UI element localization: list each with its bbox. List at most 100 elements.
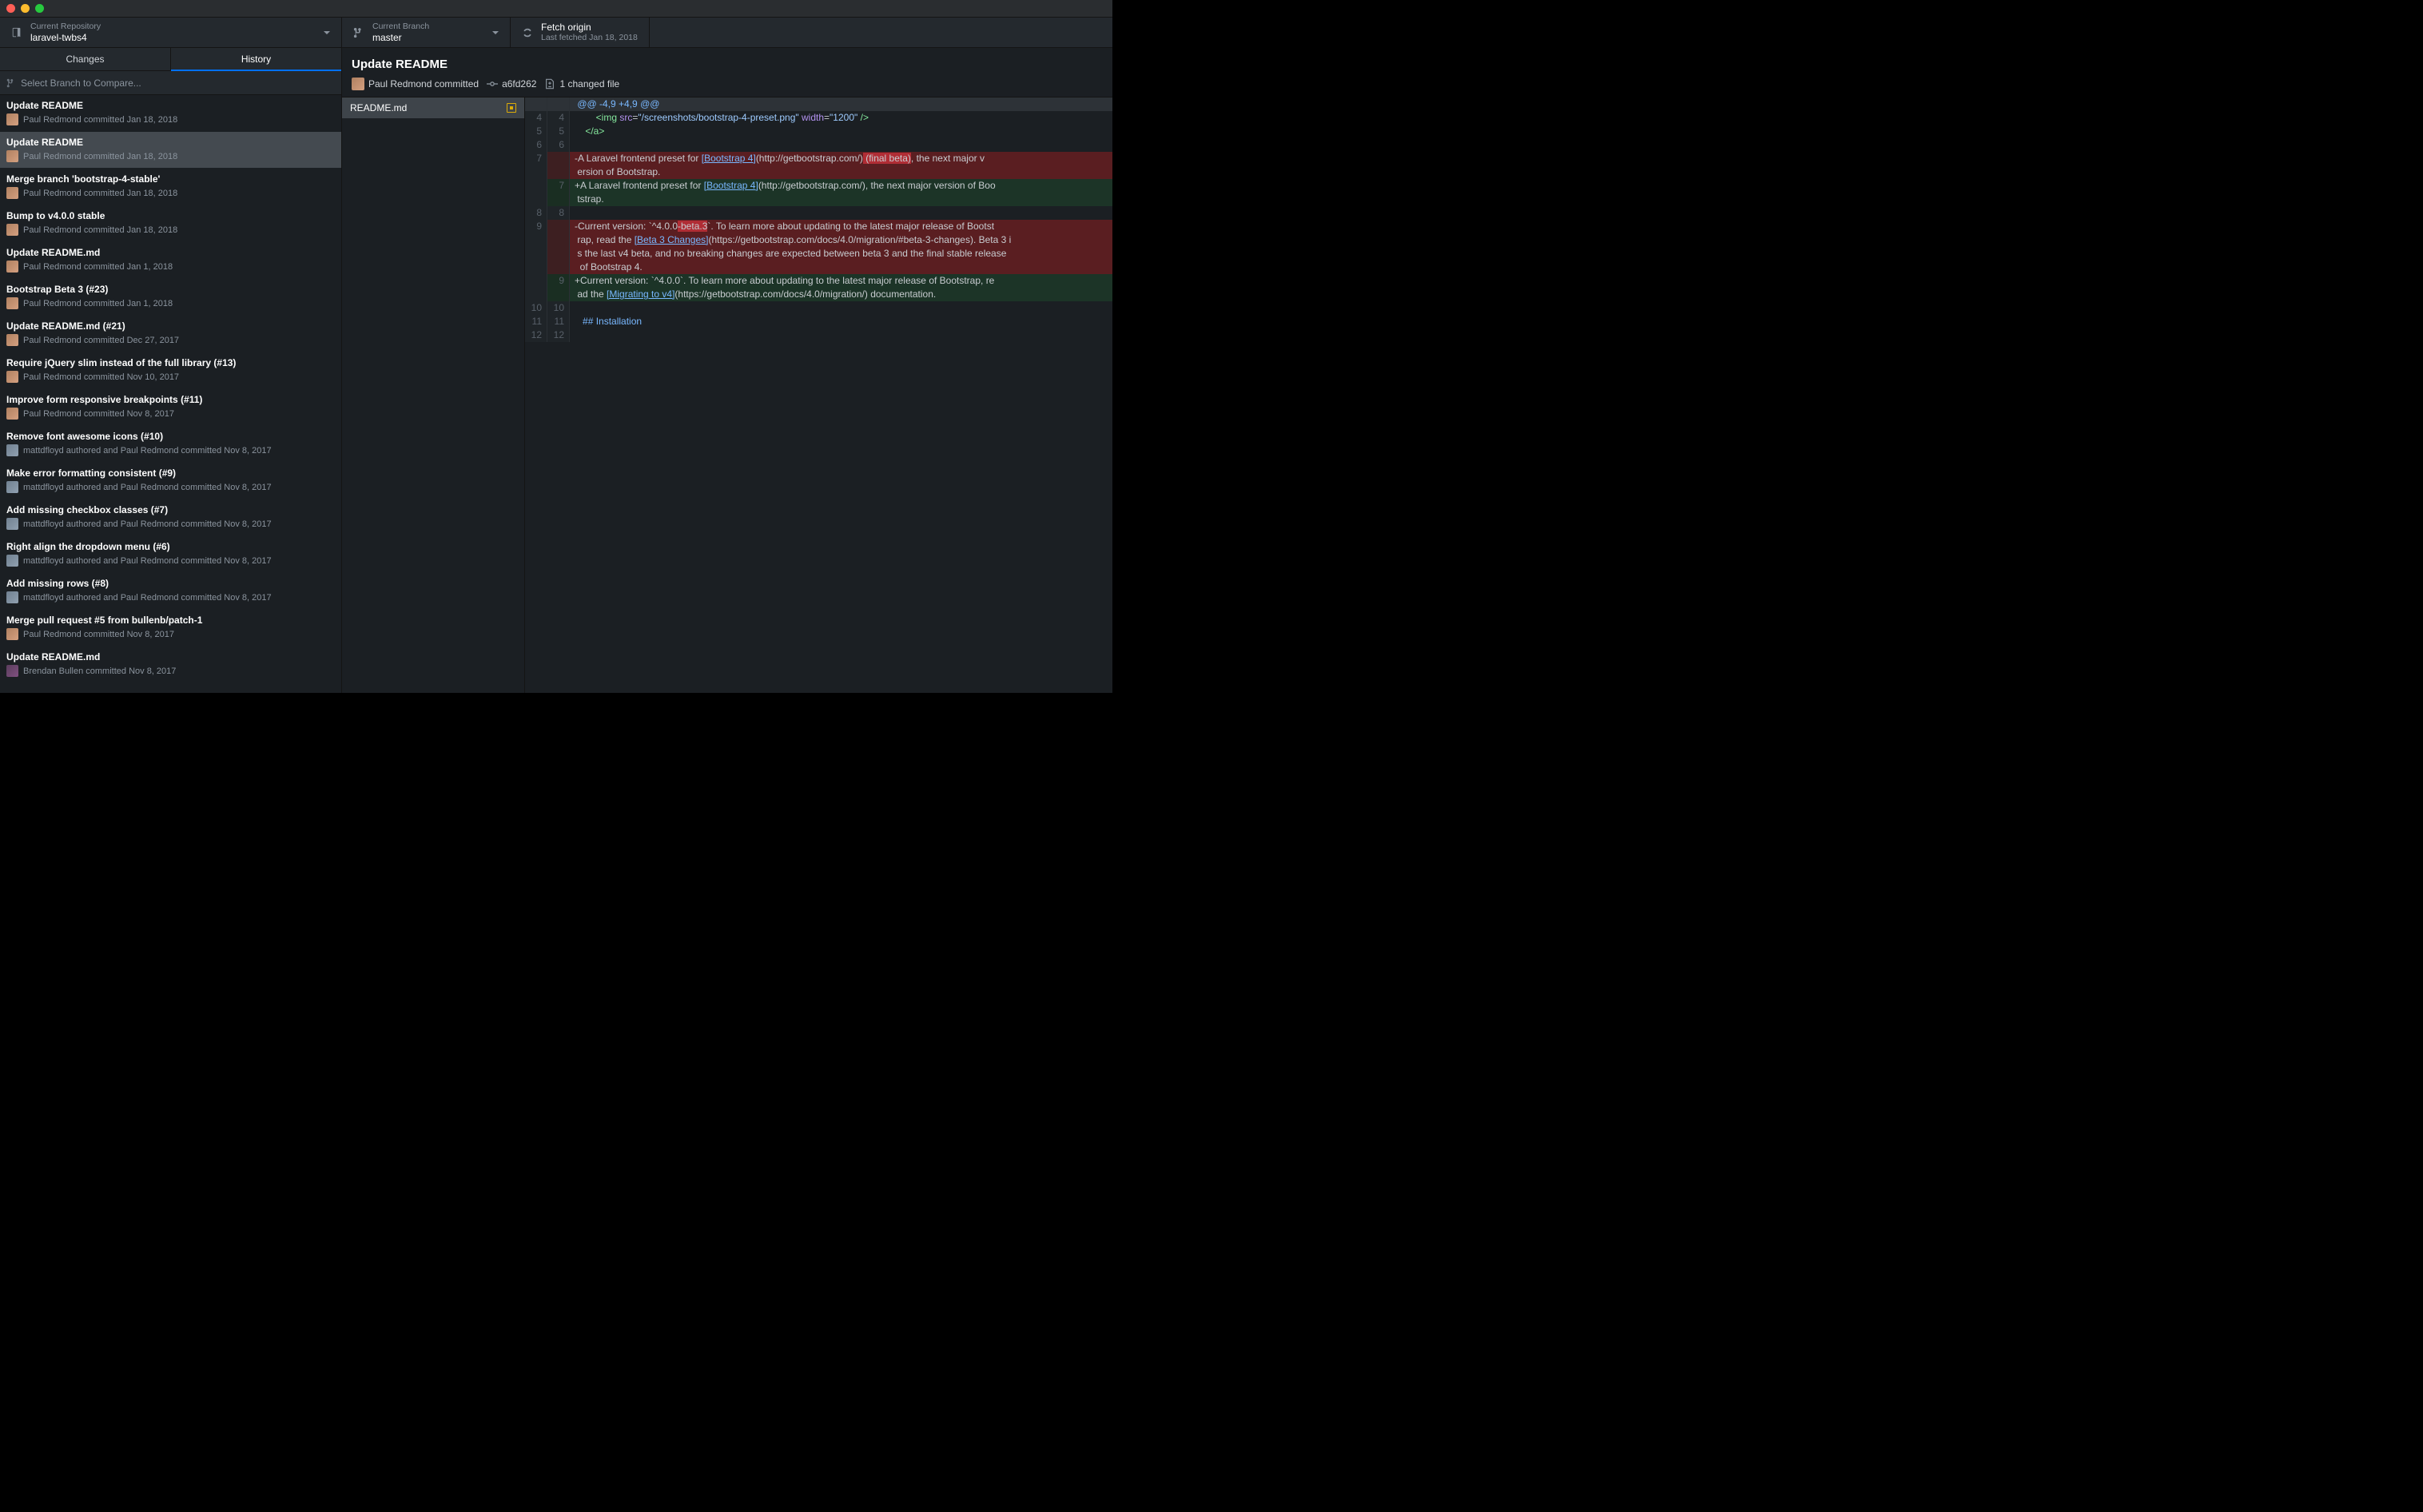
fetch-origin-button[interactable]: Fetch origin Last fetched Jan 18, 2018: [511, 18, 650, 47]
diff-line: 9-Current version: `^4.0.0-beta.3`. To l…: [525, 220, 1112, 233]
avatar: [6, 665, 18, 677]
commit-item-title: Update README.md: [6, 247, 335, 258]
diff-line: 44 <img src="/screenshots/bootstrap-4-pr…: [525, 111, 1112, 125]
changed-files-count: 1 changed file: [559, 78, 619, 90]
commit-list-item[interactable]: Update README.md (#21)Paul Redmond commi…: [0, 316, 341, 352]
commit-list-item[interactable]: Add missing rows (#8) mattdfloyd authored…: [0, 573, 341, 610]
diff-line: 66: [525, 138, 1112, 152]
commit-item-title: Require jQuery slim instead of the full …: [6, 357, 335, 368]
diff-line: 55 </a>: [525, 125, 1112, 138]
select-branch-placeholder: Select Branch to Compare...: [21, 78, 141, 89]
commit-item-meta: mattdfloyd authored and Paul Redmond com…: [6, 591, 335, 603]
diff-line: of Bootstrap 4.: [525, 261, 1112, 274]
commit-item-meta: Paul Redmond committed Jan 1, 2018: [6, 261, 335, 273]
window-maximize-icon[interactable]: [35, 4, 44, 13]
commit-item-title: Bump to v4.0.0 stable: [6, 210, 335, 221]
commit-item-meta: Paul Redmond committed Nov 10, 2017: [6, 371, 335, 383]
commit-icon: [487, 78, 498, 90]
commit-item-meta: mattdfloyd authored and Paul Redmond com…: [6, 555, 335, 567]
diff-line: 7-A Laravel frontend preset for [Bootstr…: [525, 152, 1112, 165]
current-branch-dropdown[interactable]: Current Branch master: [342, 18, 511, 47]
toolbar: Current Repository laravel-twbs4 Current…: [0, 18, 1112, 48]
commit-list[interactable]: Update README Paul Redmond committed Jan …: [0, 95, 341, 693]
avatar: [6, 297, 18, 309]
avatar: [6, 628, 18, 640]
diff-line: 7+A Laravel frontend preset for [Bootstr…: [525, 179, 1112, 193]
diff-line: s the last v4 beta, and no breaking chan…: [525, 247, 1112, 261]
commit-item-title: Update README: [6, 100, 335, 111]
commit-title: Update README: [352, 58, 1103, 71]
titlebar: [0, 0, 1112, 18]
select-branch-to-compare[interactable]: Select Branch to Compare...: [0, 71, 341, 95]
tab-changes[interactable]: Changes: [0, 48, 171, 71]
avatar: [6, 444, 18, 456]
commit-item-title: Merge branch 'bootstrap-4-stable': [6, 173, 335, 185]
repo-label: Current Repository: [30, 22, 101, 32]
tab-history[interactable]: History: [171, 48, 341, 71]
sidebar: Changes History Select Branch to Compare…: [0, 48, 342, 693]
avatar: [6, 113, 18, 125]
commit-list-item[interactable]: Update README Paul Redmond committed Jan …: [0, 95, 341, 132]
avatar: [6, 334, 18, 346]
file-diff-icon: [544, 78, 555, 90]
commit-item-meta: Paul Redmond committed Jan 18, 2018: [6, 187, 335, 199]
commit-item-title: Remove font awesome icons (#10): [6, 431, 335, 442]
branch-value: master: [372, 32, 429, 43]
avatar: [6, 518, 18, 530]
commit-item-title: Update README: [6, 137, 335, 148]
commit-item-meta: mattdfloyd authored and Paul Redmond com…: [6, 518, 335, 530]
commit-item-title: Make error formatting consistent (#9): [6, 468, 335, 479]
commit-list-item[interactable]: Update README.md Paul Redmond committed J…: [0, 242, 341, 279]
avatar: [6, 408, 18, 420]
modified-badge-icon: [507, 103, 516, 113]
avatar: [6, 150, 18, 162]
commit-list-item[interactable]: Merge pull request #5 from bullenb/patch…: [0, 610, 341, 647]
avatar: [6, 261, 18, 273]
commit-detail-panel: Update README Paul Redmond committed a6f…: [342, 48, 1112, 693]
commit-list-item[interactable]: Bootstrap Beta 3 (#23)Paul Redmond commi…: [0, 279, 341, 316]
diff-line: rap, read the [Beta 3 Changes](https://g…: [525, 233, 1112, 247]
commit-list-item[interactable]: Update README.md Brendan Bullen committed…: [0, 647, 341, 683]
branch-label: Current Branch: [372, 22, 429, 32]
branch-icon: [353, 27, 364, 38]
diff-view[interactable]: @@ -4,9 +4,9 @@44 <img src="/screenshots…: [525, 97, 1112, 693]
commit-item-title: Improve form responsive breakpoints (#11…: [6, 394, 335, 405]
commit-item-meta: Paul Redmond committed Jan 18, 2018: [6, 150, 335, 162]
diff-line: 1212: [525, 328, 1112, 342]
commit-item-meta: Paul Redmond committed Nov 8, 2017: [6, 628, 335, 640]
current-repository-dropdown[interactable]: Current Repository laravel-twbs4: [0, 18, 342, 47]
window-minimize-icon[interactable]: [21, 4, 30, 13]
commit-list-item[interactable]: Right align the dropdown menu (#6) mattdf…: [0, 536, 341, 573]
window-close-icon[interactable]: [6, 4, 15, 13]
commit-list-item[interactable]: Remove font awesome icons (#10) mattdfloy…: [0, 426, 341, 463]
commit-item-meta: Brendan Bullen committed Nov 8, 2017: [6, 665, 335, 677]
commit-item-title: Bootstrap Beta 3 (#23): [6, 284, 335, 295]
commit-item-title: Add missing checkbox classes (#7): [6, 504, 335, 515]
commit-item-title: Right align the dropdown menu (#6): [6, 541, 335, 552]
avatar: [6, 371, 18, 383]
commit-item-meta: Paul Redmond committed Jan 18, 2018: [6, 113, 335, 125]
commit-item-title: Update README.md: [6, 651, 335, 662]
avatar: [6, 187, 18, 199]
commit-list-item[interactable]: Make error formatting consistent (#9) mat…: [0, 463, 341, 499]
commit-list-item[interactable]: Merge branch 'bootstrap-4-stable' Paul Re…: [0, 169, 341, 205]
diff-line: ersion of Bootstrap.: [525, 165, 1112, 179]
commit-list-item[interactable]: Add missing checkbox classes (#7) mattdfl…: [0, 499, 341, 536]
commit-item-meta: Paul Redmond committed Jan 18, 2018: [6, 224, 335, 236]
commit-header: Update README Paul Redmond committed a6f…: [342, 48, 1112, 97]
commit-list-item[interactable]: Require jQuery slim instead of the full …: [0, 352, 341, 389]
avatar: [6, 224, 18, 236]
file-list-item[interactable]: README.md: [342, 97, 524, 118]
commit-item-title: Add missing rows (#8): [6, 578, 335, 589]
commit-item-meta: mattdfloyd authored and Paul Redmond com…: [6, 444, 335, 456]
commit-list-item[interactable]: Update README Paul Redmond committed Jan …: [0, 132, 341, 169]
commit-list-item[interactable]: Bump to v4.0.0 stable Paul Redmond commit…: [0, 205, 341, 242]
diff-line: tstrap.: [525, 193, 1112, 206]
avatar: [6, 481, 18, 493]
commit-item-meta: Paul Redmond committed Nov 8, 2017: [6, 408, 335, 420]
avatar: [6, 555, 18, 567]
commit-item-meta: mattdfloyd authored and Paul Redmond com…: [6, 481, 335, 493]
fetch-label: Fetch origin: [541, 22, 638, 33]
sync-icon: [522, 27, 533, 38]
commit-list-item[interactable]: Improve form responsive breakpoints (#11…: [0, 389, 341, 426]
